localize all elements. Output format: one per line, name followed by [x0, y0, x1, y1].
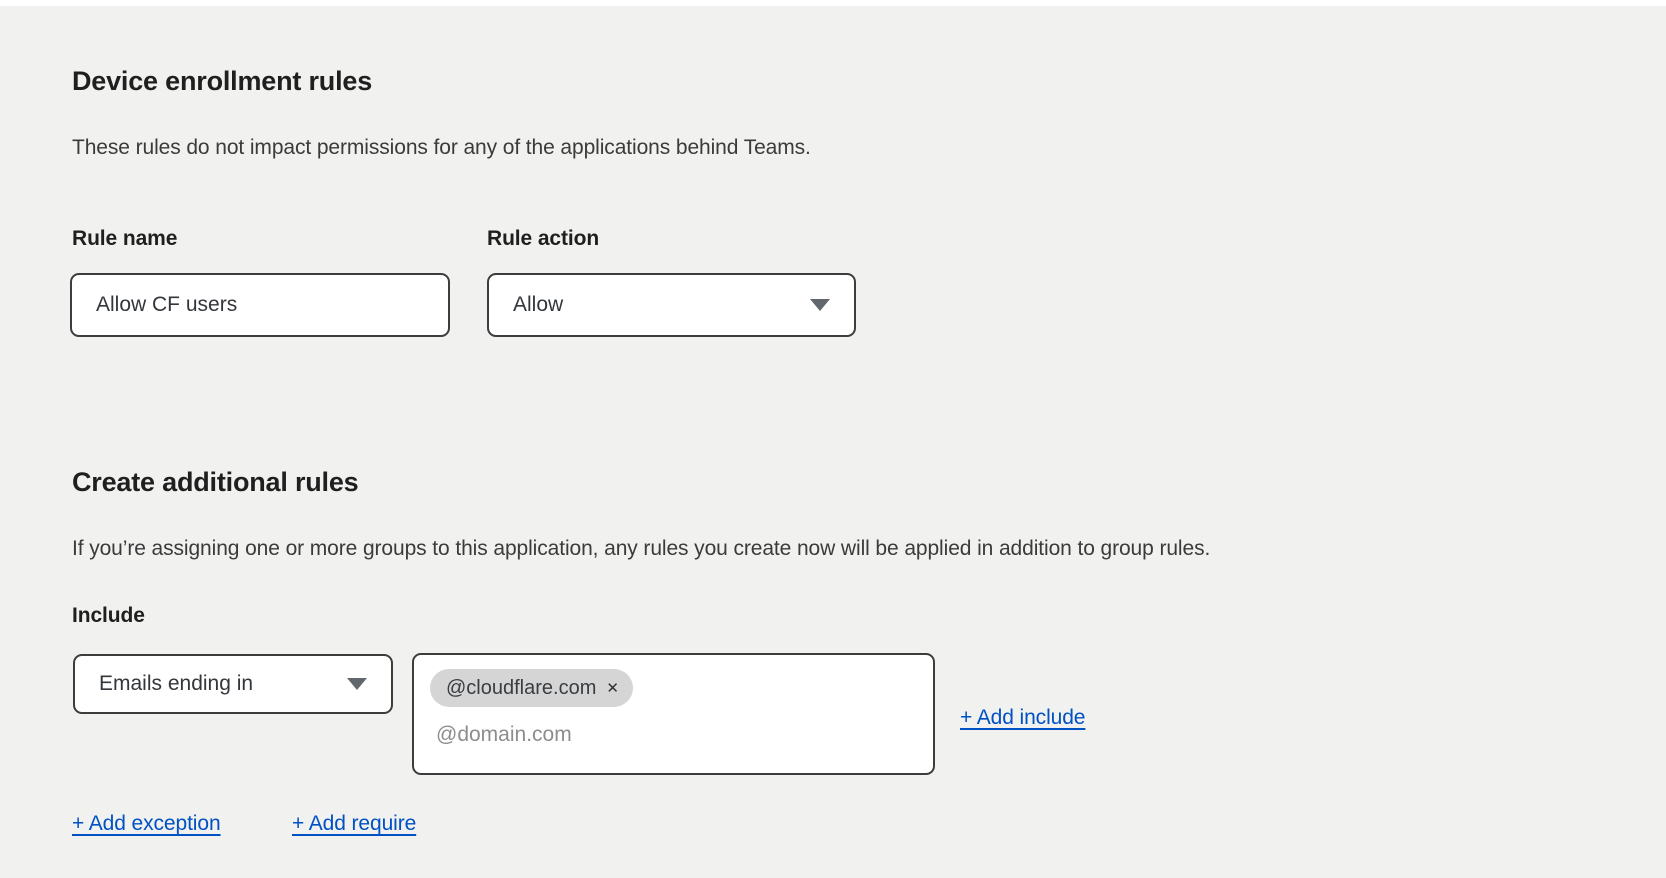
include-selector-select[interactable]: Emails ending in [73, 654, 393, 714]
top-divider [0, 0, 1666, 6]
rule-action-selected-value: Allow [513, 293, 563, 317]
include-value-tags-box[interactable]: @cloudflare.com ✕ [412, 653, 935, 775]
add-require-link[interactable]: + Add require [292, 812, 416, 836]
rule-action-select[interactable]: Allow [487, 273, 856, 337]
device-enrollment-rules-description: These rules do not impact permissions fo… [72, 136, 811, 160]
rule-action-label: Rule action [487, 227, 599, 251]
email-domain-tag-label: @cloudflare.com [446, 677, 596, 700]
email-domain-input[interactable] [436, 723, 876, 747]
rule-name-label: Rule name [72, 227, 177, 251]
include-label: Include [72, 604, 145, 628]
email-domain-tag: @cloudflare.com ✕ [430, 669, 633, 707]
create-additional-rules-description: If you’re assigning one or more groups t… [72, 537, 1210, 561]
add-exception-link[interactable]: + Add exception [72, 812, 221, 836]
include-selector-selected-value: Emails ending in [99, 672, 253, 696]
rule-name-input[interactable] [70, 273, 450, 337]
add-include-link[interactable]: + Add include [960, 706, 1085, 730]
remove-tag-icon[interactable]: ✕ [606, 681, 619, 696]
device-enrollment-rules-title: Device enrollment rules [72, 66, 372, 97]
device-enrollment-page: Device enrollment rules These rules do n… [0, 0, 1666, 878]
chevron-down-icon [810, 299, 830, 311]
chevron-down-icon [347, 678, 367, 690]
create-additional-rules-title: Create additional rules [72, 467, 358, 498]
